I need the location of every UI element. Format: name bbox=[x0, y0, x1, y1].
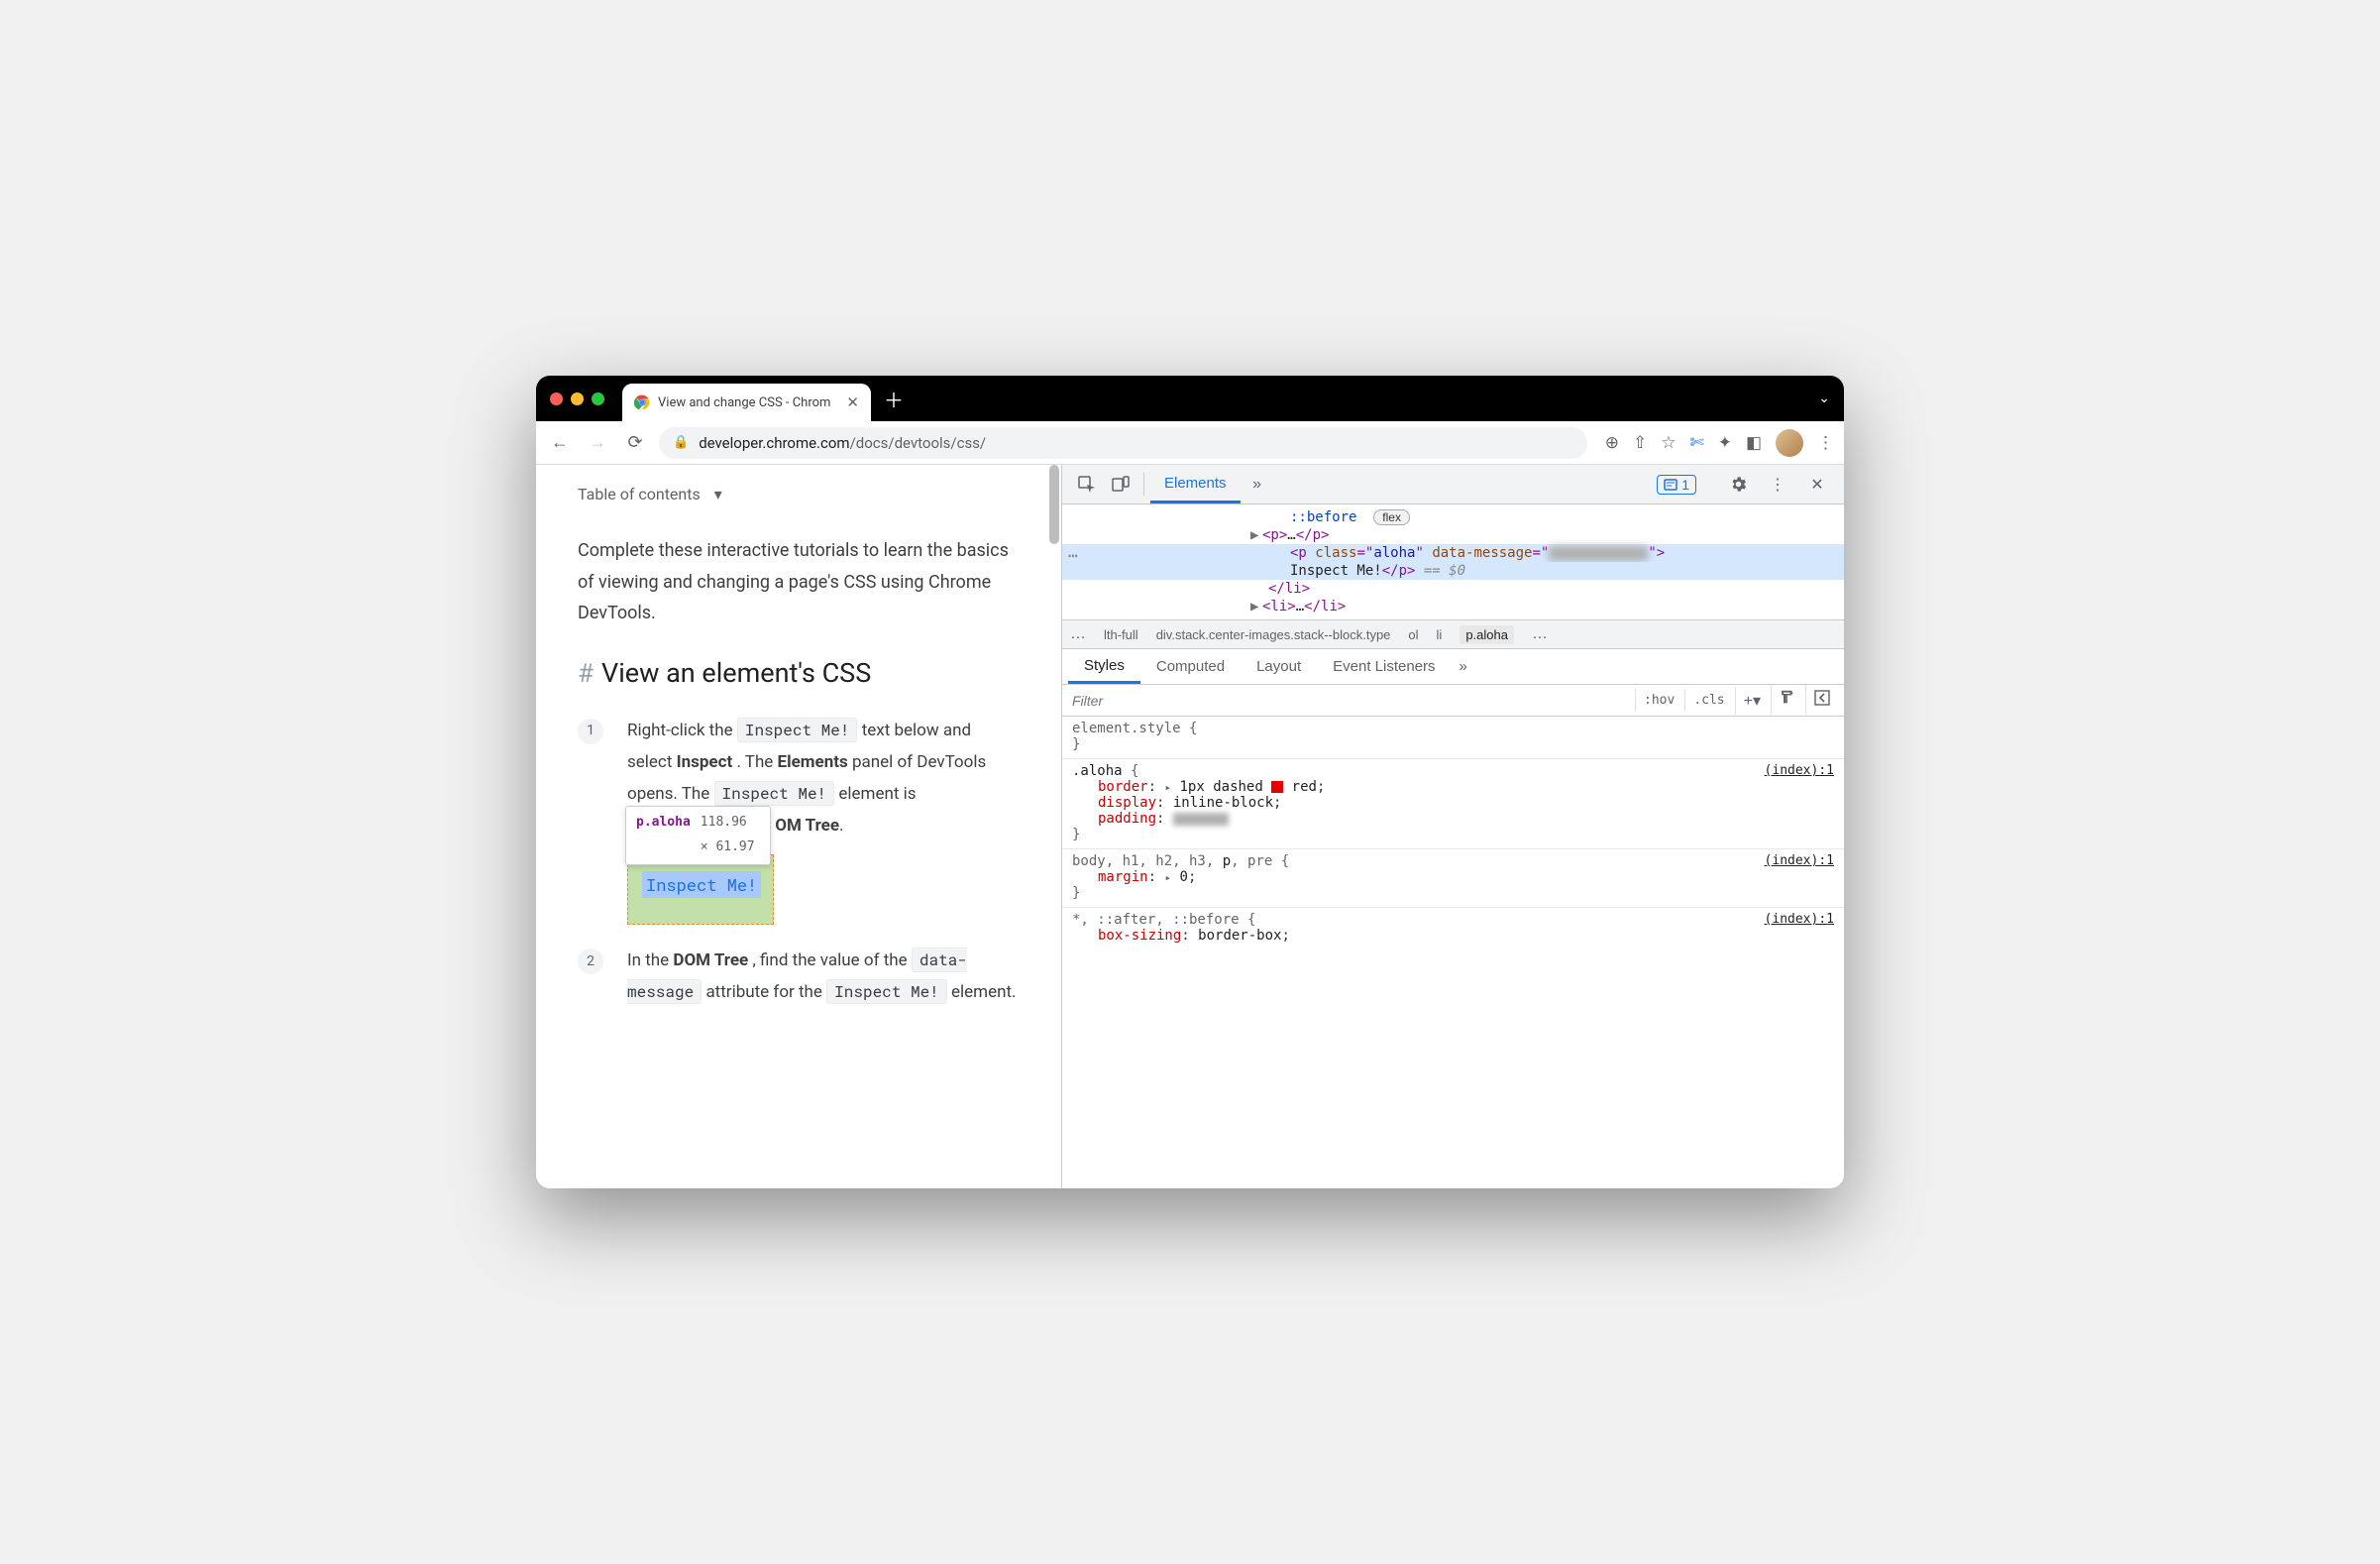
url-path: /docs/devtools/css/ bbox=[850, 434, 987, 452]
address-bar[interactable]: 🔒 developer.chrome.com/docs/devtools/css… bbox=[659, 427, 1587, 459]
source-link[interactable]: (index):1 bbox=[1765, 853, 1834, 868]
url-host: developer.chrome.com bbox=[699, 434, 849, 452]
forward-button[interactable]: → bbox=[584, 429, 611, 457]
reload-button[interactable]: ⟳ bbox=[621, 429, 649, 457]
bookmark-icon[interactable]: ☆ bbox=[1661, 433, 1676, 453]
styles-filter-input[interactable] bbox=[1062, 693, 1635, 709]
titlebar: View and change CSS - Chrom ✕ ＋ ⌄ bbox=[536, 376, 1844, 421]
close-devtools-button[interactable]: ✕ bbox=[1800, 475, 1834, 495]
intro-paragraph: Complete these interactive tutorials to … bbox=[578, 535, 1020, 629]
cls-toggle[interactable]: .cls bbox=[1684, 689, 1732, 712]
page-content: Table of contents ▾ Complete these inter… bbox=[536, 465, 1061, 1188]
source-link[interactable]: (index):1 bbox=[1765, 763, 1834, 778]
browser-toolbar: ← → ⟳ 🔒 developer.chrome.com/docs/devtoo… bbox=[536, 421, 1844, 465]
tooltip-dimensions: 118.96 × 61.97 bbox=[701, 811, 760, 859]
rule-body[interactable]: (index):1 body, h1, h2, h3, p, pre { mar… bbox=[1062, 849, 1844, 908]
share-icon[interactable]: ⇧ bbox=[1633, 433, 1647, 453]
content-area: Table of contents ▾ Complete these inter… bbox=[536, 465, 1844, 1188]
element-tooltip: p.aloha 118.96 × 61.97 bbox=[625, 806, 771, 864]
maximize-window-button[interactable] bbox=[592, 392, 604, 405]
new-style-button[interactable]: +▾ bbox=[1735, 687, 1769, 715]
issues-count: 1 bbox=[1681, 477, 1689, 493]
crumb-item[interactable]: div.stack.center-images.stack--block.typ… bbox=[1156, 627, 1391, 642]
rule-aloha[interactable]: (index):1 .aloha { border: ▸ 1px dashed … bbox=[1062, 759, 1844, 849]
rule-element-style[interactable]: element.style { } bbox=[1062, 717, 1844, 759]
tab-title: View and change CSS - Chrom bbox=[658, 395, 830, 410]
panel-toggle-icon[interactable] bbox=[1805, 686, 1838, 715]
new-tab-button[interactable]: ＋ bbox=[879, 384, 909, 413]
scissors-icon[interactable]: ✄ bbox=[1689, 433, 1703, 453]
color-swatch-icon[interactable] bbox=[1271, 781, 1283, 793]
more-tabs-button[interactable]: » bbox=[1241, 465, 1274, 503]
devtools-tabs: Elements » 1 ⋮ ✕ bbox=[1062, 465, 1844, 504]
close-window-button[interactable] bbox=[550, 392, 563, 405]
tab-layout[interactable]: Layout bbox=[1241, 649, 1317, 684]
hov-toggle[interactable]: :hov bbox=[1635, 689, 1682, 712]
back-button[interactable]: ← bbox=[546, 429, 574, 457]
profile-avatar[interactable] bbox=[1776, 429, 1803, 457]
expand-arrow-icon[interactable]: ▶ bbox=[1250, 599, 1262, 614]
browser-window: View and change CSS - Chrom ✕ ＋ ⌄ ← → ⟳ … bbox=[536, 376, 1844, 1188]
kebab-menu-button[interactable]: ⋮ bbox=[1761, 475, 1794, 495]
steps-list: 1 Right-click the Inspect Me! text below… bbox=[578, 715, 1020, 1009]
crumb-overflow-left[interactable]: … bbox=[1070, 625, 1086, 643]
styles-panel[interactable]: element.style { } (index):1 .aloha { bor… bbox=[1062, 717, 1844, 1188]
devtools-panel: Elements » 1 ⋮ ✕ ::b bbox=[1061, 465, 1844, 1188]
styles-filter-row: :hov .cls +▾ bbox=[1062, 685, 1844, 717]
crumb-item[interactable]: lth-full bbox=[1104, 627, 1138, 642]
step-number: 1 bbox=[578, 719, 603, 744]
inspect-me-text: Inspect Me! bbox=[642, 871, 761, 898]
code-badge: Inspect Me! bbox=[714, 781, 835, 806]
section-heading: # View an element's CSS bbox=[578, 657, 1020, 689]
crumb-item[interactable]: li bbox=[1437, 627, 1443, 642]
styles-tabs: Styles Computed Layout Event Listeners » bbox=[1062, 649, 1844, 685]
step-number: 2 bbox=[578, 949, 603, 974]
browser-tab[interactable]: View and change CSS - Chrom ✕ bbox=[622, 384, 871, 421]
toc-toggle[interactable]: Table of contents ▾ bbox=[578, 485, 1020, 503]
menu-icon[interactable]: ⋮ bbox=[1817, 433, 1834, 453]
blurred-value bbox=[1173, 813, 1229, 826]
tab-elements[interactable]: Elements bbox=[1150, 465, 1241, 503]
source-link[interactable]: (index):1 bbox=[1765, 912, 1834, 927]
tooltip-selector: p.aloha bbox=[636, 811, 691, 859]
code-badge: Inspect Me! bbox=[737, 718, 858, 742]
toc-label: Table of contents bbox=[578, 485, 701, 503]
extensions-icon[interactable]: ✦ bbox=[1718, 433, 1732, 453]
tab-styles[interactable]: Styles bbox=[1068, 649, 1140, 684]
dom-tree[interactable]: ::before flex ▶<p>…</p> ⋯ <p class="aloh… bbox=[1062, 504, 1844, 619]
close-tab-icon[interactable]: ✕ bbox=[846, 393, 859, 411]
expand-arrow-icon[interactable]: ▶ bbox=[1250, 527, 1262, 543]
more-subtabs-button[interactable]: » bbox=[1452, 649, 1475, 684]
paintbrush-icon[interactable] bbox=[1771, 686, 1803, 715]
tab-computed[interactable]: Computed bbox=[1140, 649, 1241, 684]
lock-icon[interactable]: 🔒 bbox=[673, 435, 689, 450]
minimize-window-button[interactable] bbox=[571, 392, 584, 405]
device-toolbar-button[interactable] bbox=[1104, 465, 1137, 503]
window-controls bbox=[550, 392, 604, 405]
chevron-down-icon: ▾ bbox=[714, 485, 722, 503]
chrome-favicon-icon bbox=[634, 394, 650, 410]
zoom-icon[interactable]: ⊕ bbox=[1605, 433, 1619, 453]
flex-badge[interactable]: flex bbox=[1373, 509, 1410, 525]
sidepanel-icon[interactable]: ◧ bbox=[1746, 433, 1762, 453]
tab-event-listeners[interactable]: Event Listeners bbox=[1317, 649, 1451, 684]
crumb-item-active[interactable]: p.aloha bbox=[1460, 625, 1514, 644]
rule-universal[interactable]: (index):1 *, ::after, ::before { box-siz… bbox=[1062, 908, 1844, 950]
anchor-hash-icon[interactable]: # bbox=[578, 659, 594, 689]
blurred-value bbox=[1549, 546, 1648, 561]
toolbar-actions: ⊕ ⇧ ☆ ✄ ✦ ◧ ⋮ bbox=[1597, 429, 1834, 457]
step-2: 2 In the DOM Tree , find the value of th… bbox=[578, 945, 1020, 1009]
tabs-menu-button[interactable]: ⌄ bbox=[1818, 391, 1830, 406]
heading-text: View an element's CSS bbox=[601, 657, 871, 689]
settings-button[interactable] bbox=[1721, 475, 1755, 494]
selected-dom-node[interactable]: ⋯ <p class="aloha" data-message=""> bbox=[1062, 544, 1844, 562]
issues-badge[interactable]: 1 bbox=[1657, 475, 1696, 495]
crumb-overflow-right[interactable]: … bbox=[1532, 625, 1548, 643]
crumb-item[interactable]: ol bbox=[1408, 627, 1418, 642]
inspect-element-button[interactable] bbox=[1070, 465, 1104, 503]
code-badge: Inspect Me! bbox=[826, 979, 947, 1004]
dom-breadcrumb[interactable]: … lth-full div.stack.center-images.stack… bbox=[1062, 619, 1844, 649]
page-scrollbar[interactable] bbox=[1049, 465, 1059, 544]
step-1: 1 Right-click the Inspect Me! text below… bbox=[578, 715, 1020, 925]
